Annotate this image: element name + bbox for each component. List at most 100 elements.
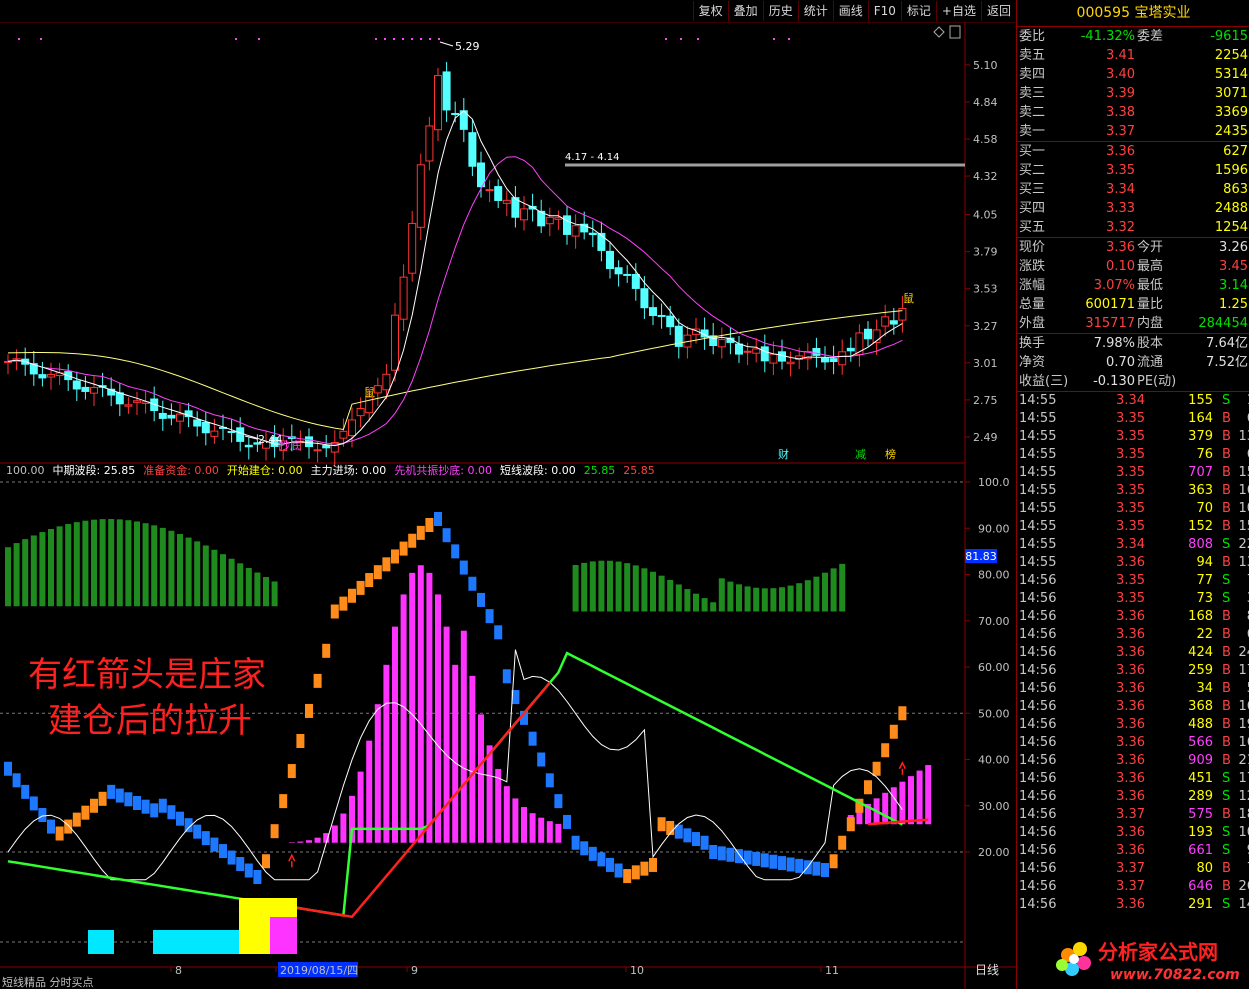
candle-body	[623, 273, 632, 276]
toolbar-button-6[interactable]: 标记	[900, 1, 936, 21]
tick-row: 14:55 3.35 707 B 15	[1017, 464, 1249, 482]
annotation-line-2: 建仓后的拉升	[48, 701, 252, 741]
tick-n: 16	[1238, 699, 1249, 714]
signal-dot	[258, 38, 260, 40]
order-book-value2: 2488	[1214, 201, 1248, 216]
tick-s: S	[1222, 789, 1231, 804]
indicator-legend-item: 中期波段: 25.85	[53, 463, 136, 477]
tick-row: 14:56 3.37 646 B 26	[1017, 878, 1249, 896]
tick-t: 14:56	[1019, 789, 1057, 804]
indicator-axis-label: 20.00	[978, 846, 1010, 859]
step-block	[21, 784, 30, 799]
signal-dot	[420, 38, 422, 40]
step-block	[322, 643, 331, 658]
main-chart[interactable]: 5.10 4.84 4.58 4.32 4.05 3.79 3.53 3.27 3.01 2.75…	[0, 22, 1016, 989]
step-block	[898, 706, 907, 721]
order-book-row: 卖五 3.41 2254	[1017, 46, 1249, 65]
toolbar-button-1[interactable]: 叠加	[727, 1, 763, 21]
stats-row: 净资 0.70 流通 7.52亿	[1017, 353, 1249, 372]
step-block	[631, 865, 640, 880]
green-bar	[159, 527, 166, 607]
tick-v: 94	[1196, 555, 1213, 570]
tick-n: 10	[1238, 501, 1249, 516]
tick-s: B	[1222, 645, 1231, 660]
toolbar-button-0[interactable]: 复权	[692, 1, 728, 21]
order-book-label: 卖五	[1019, 48, 1046, 63]
order-book-value2: 2254	[1214, 48, 1248, 63]
toolbar-button-2[interactable]: 历史	[762, 1, 798, 21]
order-book-value: 3.37	[1106, 124, 1135, 139]
green-bar	[245, 567, 252, 607]
tick-row: 14:56 3.36 661 S9	[1017, 842, 1249, 860]
tick-p: 3.36	[1116, 771, 1145, 786]
tick-t: 14:55	[1019, 429, 1057, 444]
indicator-legend-item: 开始建仓: 0.00	[227, 463, 303, 477]
green-bar	[48, 529, 54, 607]
toolbar-button-8[interactable]: 返回	[980, 1, 1016, 21]
tick-row: 14:55 3.35 379 B 13	[1017, 428, 1249, 446]
green-bar	[693, 593, 699, 612]
step-block	[709, 845, 718, 859]
step-block	[580, 841, 589, 856]
tick-p: 3.35	[1116, 591, 1145, 606]
step-block	[4, 761, 12, 776]
tick-p: 3.37	[1116, 807, 1145, 822]
candle-body	[305, 436, 313, 448]
toolbar-button-7[interactable]: +自选	[935, 1, 981, 21]
tick-s: B	[1222, 609, 1231, 624]
tick-v: 80	[1196, 861, 1213, 876]
tick-row: 14:56 3.36 168 B8	[1017, 608, 1249, 626]
step-block	[158, 798, 167, 813]
period-button[interactable]: 日线	[975, 963, 999, 977]
magenta-bar	[297, 841, 304, 843]
tick-n: 12	[1238, 789, 1249, 804]
tick-v: 451	[1188, 771, 1213, 786]
step-block	[537, 752, 546, 767]
tick-row: 14:56 3.36 909 B 21	[1017, 752, 1249, 770]
green-bar	[796, 583, 803, 612]
stats-label2: 今开	[1137, 240, 1164, 255]
toolbar-button-4[interactable]: 画线	[832, 1, 868, 21]
green-bar	[830, 568, 837, 612]
magenta-bar	[916, 770, 923, 825]
tick-s: B	[1222, 717, 1231, 732]
tick-v: 152	[1188, 519, 1213, 534]
step-block	[735, 849, 743, 864]
stats-row: 涨幅 3.07% 最低 3.14	[1017, 276, 1249, 295]
candle-body	[124, 404, 133, 407]
tick-s: B	[1222, 807, 1231, 822]
step-block	[81, 805, 90, 820]
magenta-bar	[314, 837, 321, 843]
price-axis-label: 4.32	[973, 170, 998, 183]
step-block	[700, 835, 709, 850]
tick-list[interactable]: 14:553.34155S114:553.35164B614:553.35379…	[1017, 392, 1249, 914]
candle-body	[477, 162, 485, 188]
toolbar-button-3[interactable]: 统计	[797, 1, 833, 21]
step-block	[12, 773, 21, 788]
green-bar	[572, 565, 579, 612]
tick-t: 14:56	[1019, 753, 1057, 768]
step-block	[115, 788, 124, 803]
toolbar-button-5[interactable]: F10	[867, 1, 901, 21]
tick-n: 7	[1235, 860, 1249, 878]
tick-t: 14:56	[1019, 609, 1057, 624]
tick-s: B	[1222, 753, 1231, 768]
candle-body	[193, 419, 202, 427]
arrow-placeholder: 榜	[292, 850, 293, 853]
tick-row: 14:55 3.35 363 B 16	[1017, 482, 1249, 500]
candle-body	[743, 350, 752, 353]
tick-v: 259	[1188, 663, 1213, 678]
tick-t: 14:55	[1019, 519, 1057, 534]
candle-body	[227, 430, 236, 433]
candle-body	[373, 385, 382, 394]
price-axis-label: 2.75	[973, 394, 998, 407]
green-bar	[727, 581, 734, 612]
tick-t: 14:56	[1019, 735, 1057, 750]
tick-t: 14:55	[1019, 501, 1057, 516]
green-bar	[684, 589, 691, 612]
candle-body	[571, 225, 580, 237]
magenta-bar	[555, 823, 562, 843]
step-block	[881, 743, 890, 758]
tick-s: S	[1222, 897, 1231, 912]
tick-s: B	[1222, 627, 1231, 642]
